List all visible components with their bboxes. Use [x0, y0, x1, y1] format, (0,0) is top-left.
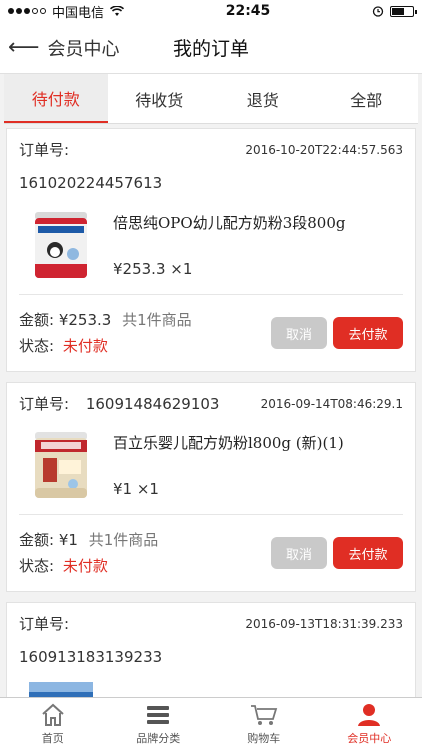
nav-bar: ⟵ 会员中心 我的订单	[0, 22, 422, 74]
order-number: 160913183139233	[19, 648, 163, 666]
order-time: 2016-09-14T08:46:29.1	[260, 396, 403, 411]
order-no-label: 订单号:	[19, 395, 70, 413]
person-icon	[358, 703, 381, 726]
menu-icon	[147, 705, 170, 724]
product-name: 百立乐婴儿配方奶粉l800g (新)(1)	[113, 434, 344, 452]
tabbar-member[interactable]: 会员中心	[317, 698, 422, 750]
amount-value: ¥1	[58, 531, 78, 549]
item-count: 共1件商品	[122, 311, 192, 329]
product-price: ¥1 ×1	[113, 480, 159, 498]
product-image	[29, 208, 93, 282]
tabbar-label: 品牌分类	[136, 731, 181, 745]
status-label: 状态:	[19, 557, 55, 575]
tab-pending-payment[interactable]: 待付款	[4, 74, 108, 123]
back-button[interactable]: ⟵ 会员中心	[0, 35, 120, 61]
tabbar-label: 购物车	[247, 731, 281, 745]
tabbar-label: 会员中心	[347, 731, 392, 745]
cancel-button[interactable]: 取消	[271, 537, 327, 569]
tabbar-cart[interactable]: 购物车	[211, 698, 317, 750]
order-card: 订单号: 16091484629103 2016-09-14T08:46:29.…	[6, 382, 416, 592]
product-row[interactable]: 百立乐婴儿配方奶粉l800g (新)(1) ¥1 ×1	[19, 414, 403, 515]
item-count: 共1件商品	[88, 531, 159, 549]
order-card: 订单号: 2016-10-20T22:44:57.563 16102022445…	[6, 128, 416, 372]
battery-icon	[390, 5, 417, 17]
product-name: 倍思纯OPO幼儿配方奶粉3段800g	[113, 214, 346, 232]
order-time: 2016-10-20T22:44:57.563	[245, 142, 403, 157]
tab-pending-receipt[interactable]: 待收货	[108, 74, 212, 123]
pay-button[interactable]: 去付款	[333, 537, 403, 569]
product-image	[29, 428, 93, 502]
back-label: 会员中心	[47, 38, 120, 60]
cart-icon	[250, 704, 277, 725]
order-list[interactable]: 订单号: 2016-10-20T22:44:57.563 16102022445…	[0, 124, 422, 697]
cancel-button[interactable]: 取消	[271, 317, 327, 349]
clock-time: 22:45	[225, 3, 271, 19]
status-label: 状态:	[19, 337, 55, 355]
amount-label: 金额:	[19, 531, 55, 549]
status-bar: 中国电信 22:45	[0, 0, 422, 22]
product-row[interactable]	[19, 672, 403, 697]
product-row[interactable]: 倍思纯OPO幼儿配方奶粉3段800g ¥253.3 ×1	[19, 198, 403, 295]
tabbar-label: 首页	[41, 731, 64, 745]
order-no-label: 订单号:	[19, 141, 70, 159]
tabbar-brands[interactable]: 品牌分类	[106, 698, 212, 750]
wifi-icon	[110, 5, 125, 16]
tab-returns[interactable]: 退货	[211, 74, 315, 123]
product-image	[29, 682, 93, 697]
home-icon	[42, 703, 64, 726]
signal-icon	[8, 8, 46, 14]
amount-label: 金额:	[19, 311, 55, 329]
status-value: 未付款	[62, 557, 108, 575]
bottom-tab-bar: 首页 品牌分类 购物车 会员中心	[0, 697, 422, 750]
order-number: 161020224457613	[19, 174, 163, 192]
alarm-icon	[372, 6, 384, 17]
order-card: 订单号: 2016-09-13T18:31:39.233 16091318313…	[6, 602, 416, 697]
back-arrow-icon: ⟵	[8, 34, 40, 60]
order-number: 16091484629103	[85, 395, 220, 413]
order-time: 2016-09-13T18:31:39.233	[245, 616, 403, 631]
pay-button[interactable]: 去付款	[333, 317, 403, 349]
order-tabs: 待付款 待收货 退货 全部	[4, 74, 418, 124]
product-price: ¥253.3 ×1	[113, 260, 193, 278]
carrier-label: 中国电信	[52, 5, 105, 21]
amount-value: ¥253.3	[58, 311, 112, 329]
order-no-label: 订单号:	[19, 615, 70, 633]
status-value: 未付款	[62, 337, 108, 355]
tab-all[interactable]: 全部	[315, 74, 419, 123]
tabbar-home[interactable]: 首页	[0, 698, 106, 750]
